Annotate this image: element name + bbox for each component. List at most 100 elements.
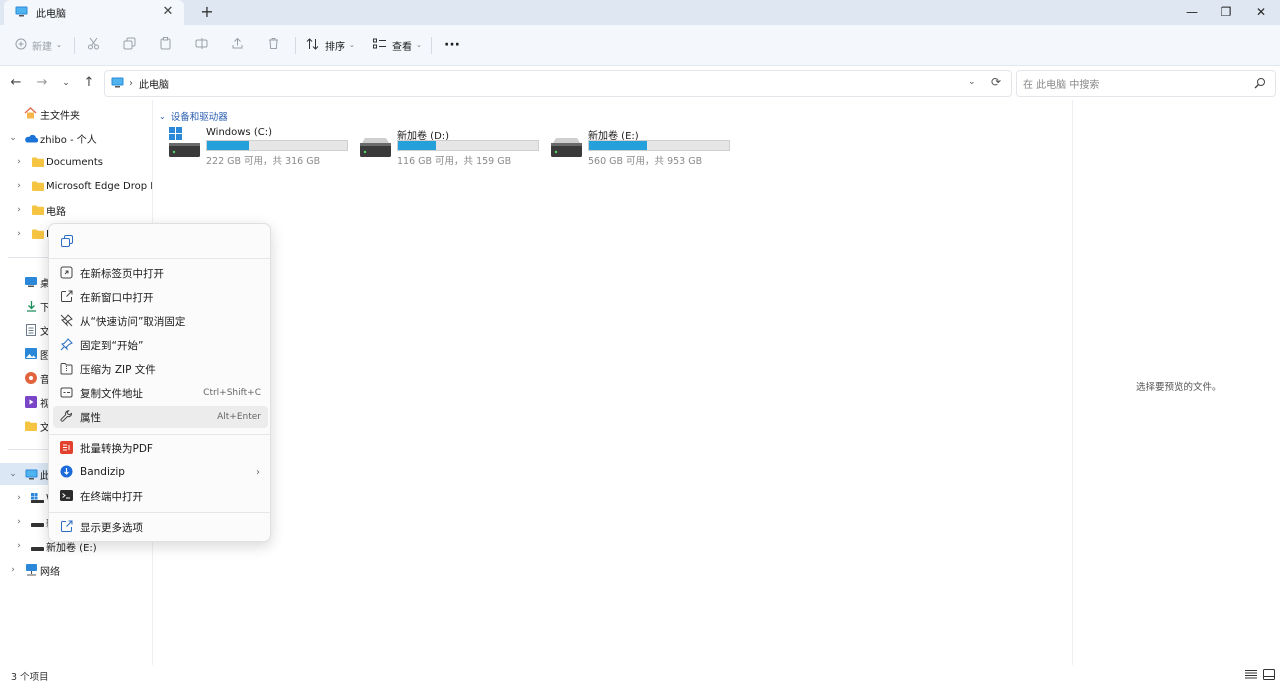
delete-button[interactable] bbox=[267, 35, 280, 55]
menu-item-label: 批量转换为PDF bbox=[80, 442, 153, 455]
paste-icon bbox=[159, 37, 172, 53]
view-button[interactable]: 查看 ⌄ bbox=[373, 35, 422, 55]
drive-usage-bar bbox=[588, 140, 730, 151]
sort-label: 排序 bbox=[325, 41, 345, 53]
tab-this-pc[interactable]: 此电脑 ✕ bbox=[4, 0, 184, 25]
sidebar-item-circuit[interactable]: › 电路 bbox=[0, 199, 153, 221]
sidebar-item-onedrive[interactable]: ⌄ zhibo - 个人 bbox=[0, 127, 153, 149]
menu-divider bbox=[49, 512, 270, 513]
breadcrumb-separator: › bbox=[129, 78, 133, 89]
rename-button[interactable] bbox=[195, 35, 208, 55]
bandizip-icon bbox=[60, 465, 73, 481]
menu-divider bbox=[49, 434, 270, 435]
hdd-icon bbox=[31, 544, 44, 555]
tab-close-icon[interactable]: ✕ bbox=[161, 5, 175, 19]
folder-icon bbox=[32, 157, 44, 170]
sidebar-item-documents[interactable]: › Documents bbox=[0, 151, 153, 173]
share-button[interactable] bbox=[231, 35, 244, 55]
group-header-devices[interactable]: ⌄ 设备和驱动器 bbox=[159, 109, 228, 124]
desktop-icon bbox=[25, 277, 37, 290]
chevron-right-icon[interactable]: › bbox=[14, 229, 24, 239]
drive-space-info: 560 GB 可用，共 953 GB bbox=[588, 156, 703, 167]
menu-item-label: 在新标签页中打开 bbox=[80, 267, 164, 280]
drive-tile[interactable]: 新加卷 (D:) 116 GB 可用，共 159 GB bbox=[359, 124, 544, 168]
view-icon bbox=[373, 38, 386, 53]
sort-icon bbox=[306, 37, 319, 53]
cut-button[interactable] bbox=[87, 35, 100, 55]
pdf-icon bbox=[60, 441, 73, 457]
menu-item[interactable]: 在新标签页中打开 bbox=[53, 262, 268, 284]
menu-item[interactable]: 固定到“开始” bbox=[53, 334, 268, 356]
group-title: 设备和驱动器 bbox=[170, 112, 228, 123]
menu-item[interactable]: 属性 Alt+Enter bbox=[53, 406, 268, 428]
menu-item-label: 固定到“开始” bbox=[80, 339, 144, 352]
cloud-icon bbox=[24, 134, 39, 146]
chevron-right-icon[interactable]: › bbox=[14, 493, 24, 503]
menu-item-label: 显示更多选项 bbox=[80, 521, 143, 534]
sidebar-item-network[interactable]: › 网络 bbox=[0, 559, 153, 581]
unpin-icon bbox=[60, 314, 73, 330]
chevron-right-icon[interactable]: › bbox=[14, 541, 24, 551]
pictures-icon bbox=[25, 348, 37, 362]
drive-usage-bar bbox=[206, 140, 348, 151]
menu-item[interactable]: 压缩为 ZIP 文件 bbox=[53, 358, 268, 380]
chevron-down-icon: ⌄ bbox=[349, 41, 355, 49]
back-arrow-icon[interactable]: ← bbox=[8, 75, 24, 91]
tiles-view-icon[interactable] bbox=[1263, 669, 1276, 681]
menu-item[interactable]: 从“快速访问”取消固定 bbox=[53, 310, 268, 332]
sort-button[interactable]: 排序 ⌄ bbox=[306, 35, 355, 55]
sidebar-item-home[interactable]: 主文件夹 bbox=[0, 103, 153, 125]
details-view-icon[interactable] bbox=[1245, 669, 1258, 681]
status-bar: 3 个项目 bbox=[0, 665, 1280, 685]
chevron-down-icon[interactable]: ⌄ bbox=[8, 133, 18, 143]
chevron-right-icon[interactable]: › bbox=[14, 205, 24, 215]
chevron-right-icon[interactable]: › bbox=[14, 181, 24, 191]
recent-locations-chevron-icon[interactable]: ⌄ bbox=[58, 75, 74, 91]
rename-icon bbox=[195, 37, 208, 53]
menu-item[interactable]: 在终端中打开 bbox=[53, 485, 268, 507]
sidebar-item-edge-drop[interactable]: › Microsoft Edge Drop Files bbox=[0, 175, 153, 197]
hdd-icon bbox=[31, 520, 44, 531]
menu-item-label: 在新窗口中打开 bbox=[80, 291, 154, 304]
more-options-button[interactable]: ··· bbox=[444, 35, 460, 55]
chevron-right-icon[interactable]: › bbox=[14, 517, 24, 527]
menu-divider bbox=[49, 258, 270, 259]
drive-name: Windows (C:) bbox=[206, 127, 272, 138]
refresh-icon[interactable]: ⟳ bbox=[991, 75, 1001, 89]
drive-tile[interactable]: Windows (C:) 222 GB 可用，共 316 GB bbox=[168, 124, 353, 168]
video-icon bbox=[25, 396, 37, 411]
menu-item[interactable]: 在新窗口中打开 bbox=[53, 286, 268, 308]
menu-item[interactable]: 显示更多选项 bbox=[53, 516, 268, 538]
restore-button[interactable]: ❐ bbox=[1217, 3, 1235, 21]
sidebar-label: 主文件夹 bbox=[40, 110, 80, 122]
menu-item-label: 复制文件地址 bbox=[80, 387, 143, 400]
copy-button[interactable] bbox=[123, 35, 136, 55]
menu-item[interactable]: 批量转换为PDF bbox=[53, 437, 268, 459]
up-arrow-icon[interactable]: ↑ bbox=[81, 75, 97, 91]
drive-usage-fill bbox=[207, 141, 249, 150]
view-label: 查看 bbox=[392, 41, 412, 53]
search-input[interactable]: 在 此电脑 中搜索 bbox=[1023, 76, 1099, 91]
folder-icon bbox=[32, 181, 44, 194]
menu-item[interactable]: Bandizip › bbox=[53, 461, 268, 483]
copy-icon[interactable] bbox=[60, 234, 74, 251]
chevron-right-icon[interactable]: › bbox=[8, 565, 18, 575]
breadcrumb-this-pc[interactable]: 此电脑 bbox=[139, 76, 169, 91]
forward-arrow-icon[interactable]: → bbox=[34, 75, 50, 91]
menu-item[interactable]: 复制文件地址 Ctrl+Shift+C bbox=[53, 382, 268, 404]
terminal-icon bbox=[60, 489, 73, 505]
minimize-button[interactable]: — bbox=[1183, 3, 1201, 21]
close-window-button[interactable]: ✕ bbox=[1252, 3, 1270, 21]
chevron-down-icon[interactable]: ⌄ bbox=[8, 469, 18, 479]
address-bar[interactable]: › 此电脑 bbox=[104, 70, 1012, 97]
new-button[interactable]: 新建 ⌄ bbox=[15, 35, 62, 55]
chevron-right-icon[interactable]: › bbox=[14, 157, 24, 167]
trash-icon bbox=[267, 37, 280, 53]
sidebar-label: 网络 bbox=[40, 566, 60, 578]
paste-button[interactable] bbox=[159, 35, 172, 55]
item-count: 3 个项目 bbox=[11, 672, 49, 683]
search-box[interactable]: 在 此电脑 中搜索 bbox=[1016, 70, 1276, 97]
address-history-chevron-icon[interactable]: ⌄ bbox=[968, 77, 976, 87]
drive-tile[interactable]: 新加卷 (E:) 560 GB 可用，共 953 GB bbox=[550, 124, 735, 168]
new-tab-button[interactable]: + bbox=[199, 4, 215, 20]
